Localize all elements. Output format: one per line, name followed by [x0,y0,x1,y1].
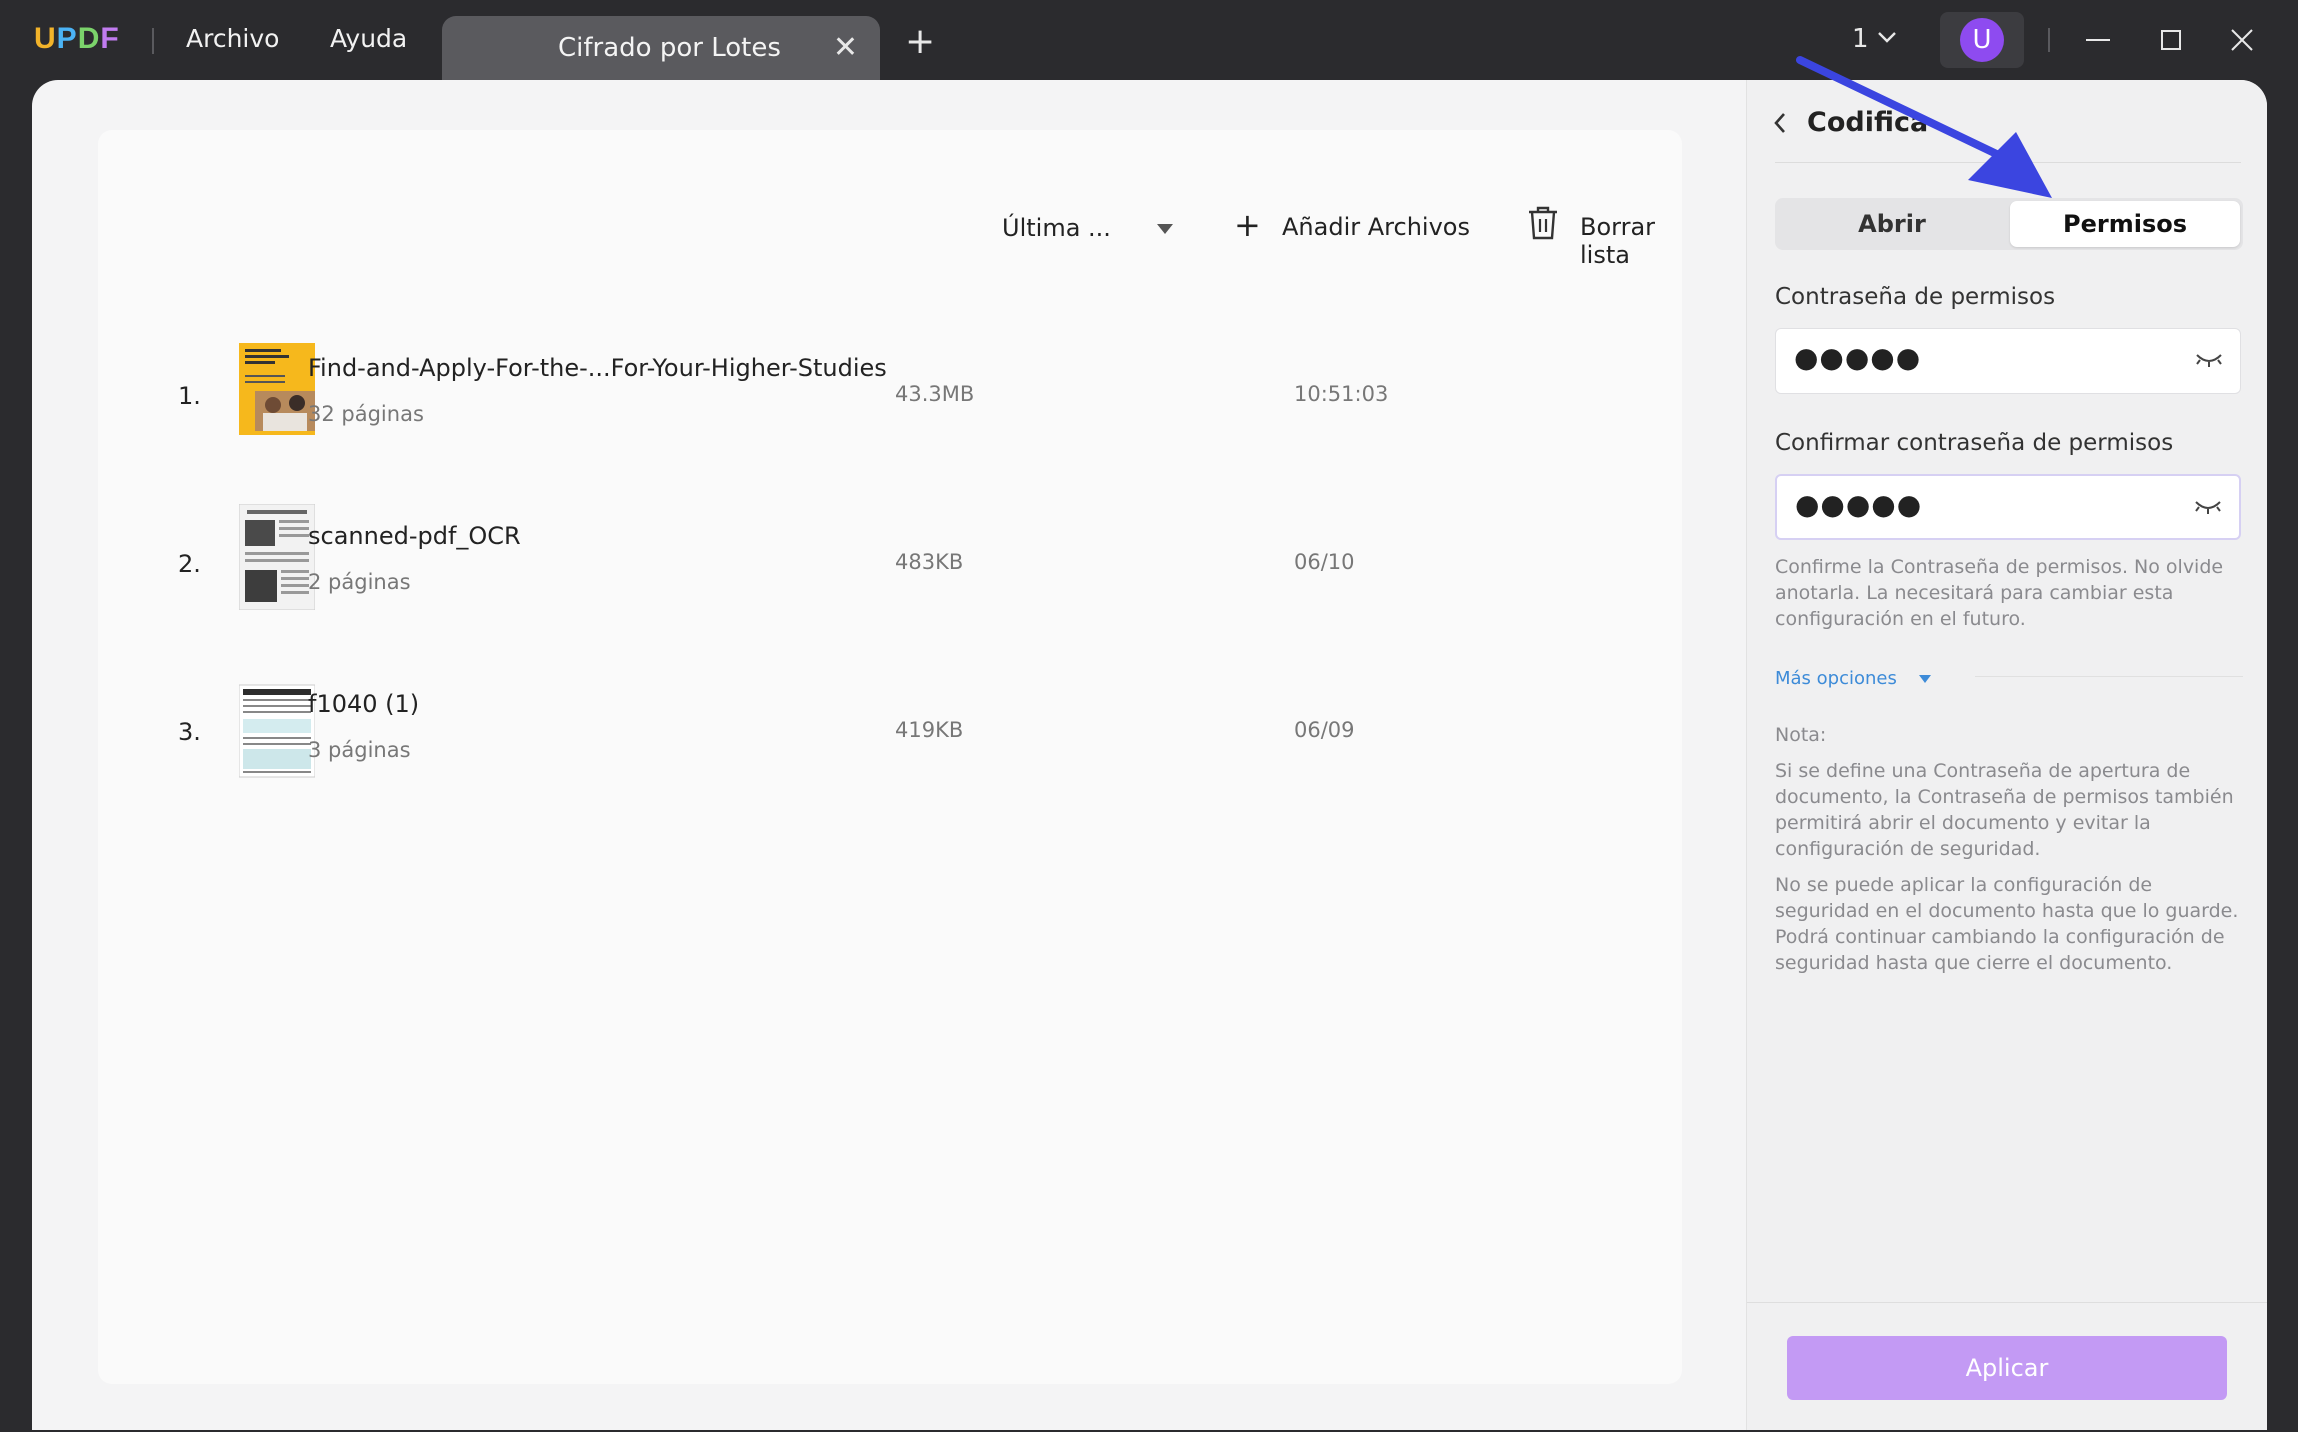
password-hint: Confirme la Contraseña de permisos. No o… [1775,556,2224,630]
chevron-down-icon[interactable] [1876,24,1898,50]
file-size: 419KB [895,718,964,742]
plus-icon[interactable]: + [1234,206,1261,244]
file-thumbnail [239,504,315,610]
file-date: 10:51:03 [1294,382,1389,406]
menu-ayuda[interactable]: Ayuda [330,24,407,53]
encryption-panel: Codifica Abrir Permisos Contraseña de pe… [1746,80,2267,1430]
minimize-icon[interactable] [2078,20,2118,60]
close-icon[interactable]: ✕ [833,30,858,65]
tab-label: Cifrado por Lotes [558,33,781,63]
file-name: Find-and-Apply-For-the-...For-Your-Highe… [308,354,887,382]
file-row[interactable]: 1. Find-and-Apply-For-the-...For-Your-Hi… [98,336,1682,456]
more-options-link[interactable]: Más opciones [1775,668,1897,689]
menu-archivo[interactable]: Archivo [186,24,279,53]
note-paragraph: Si se define una Contraseña de apertura … [1775,760,2234,860]
file-thumbnail [239,684,315,778]
file-index: 3. [178,718,201,746]
titlebar-divider [2048,28,2050,52]
apply-button[interactable]: Aplicar [1787,1336,2227,1400]
close-window-icon[interactable] [2222,20,2262,60]
sort-dropdown[interactable]: Última ... [1002,214,1111,242]
confirm-password-label: Confirmar contraseña de permisos [1775,430,2174,456]
file-date: 06/10 [1294,550,1355,574]
file-name: f1040 (1) [308,690,420,718]
file-pages: 3 páginas [308,738,411,762]
file-size: 43.3MB [895,382,975,406]
tab-cifrado-por-lotes[interactable]: Cifrado por Lotes ✕ [442,16,880,80]
page-indicator[interactable]: 1 [1852,24,1869,54]
note-paragraph: No se puede aplicar la configuración de … [1775,874,2239,974]
caret-down-icon[interactable] [1157,224,1173,234]
file-name: scanned-pdf_OCR [308,522,521,550]
file-row[interactable]: 3. f1040 (1) 3 páginas 419KB 06/09 [98,672,1682,792]
file-row[interactable]: 2. scanned-pdf_OCR 2 páginas 483KB 06/10 [98,504,1682,624]
file-size: 483KB [895,550,964,574]
annotation-arrow-icon [1796,56,2052,198]
eye-closed-icon[interactable] [2193,496,2223,518]
titlebar-divider [152,28,154,54]
file-date: 06/09 [1294,718,1355,742]
clear-list-button[interactable]: Borrar lista [1580,213,1682,269]
updf-logo: UPDF [34,22,120,55]
file-index: 2. [178,550,201,578]
note-title: Nota: [1775,724,1827,746]
file-thumbnail [239,343,315,435]
file-index: 1. [178,382,201,410]
perm-password-value: ●●●●● [1794,341,1922,374]
file-pages: 2 páginas [308,570,411,594]
divider [1747,1302,2267,1303]
eye-closed-icon[interactable] [2194,349,2224,371]
add-files-button[interactable]: Añadir Archivos [1282,213,1470,241]
perm-password-input[interactable]: ●●●●● [1775,328,2241,394]
trash-icon[interactable] [1526,204,1560,242]
chevron-left-icon[interactable] [1769,108,1791,138]
file-list-card: Última ... + Añadir Archivos Borrar list… [98,130,1682,1384]
caret-down-icon[interactable] [1919,675,1931,683]
main-window: Última ... + Añadir Archivos Borrar list… [32,80,2267,1430]
confirm-password-value: ●●●●● [1795,488,1923,521]
divider [1975,676,2243,677]
file-pages: 32 páginas [308,402,424,426]
maximize-icon[interactable] [2151,20,2191,60]
add-tab-icon[interactable]: + [905,24,935,60]
perm-password-label: Contraseña de permisos [1775,284,2056,310]
confirm-password-input[interactable]: ●●●●● [1775,474,2241,540]
